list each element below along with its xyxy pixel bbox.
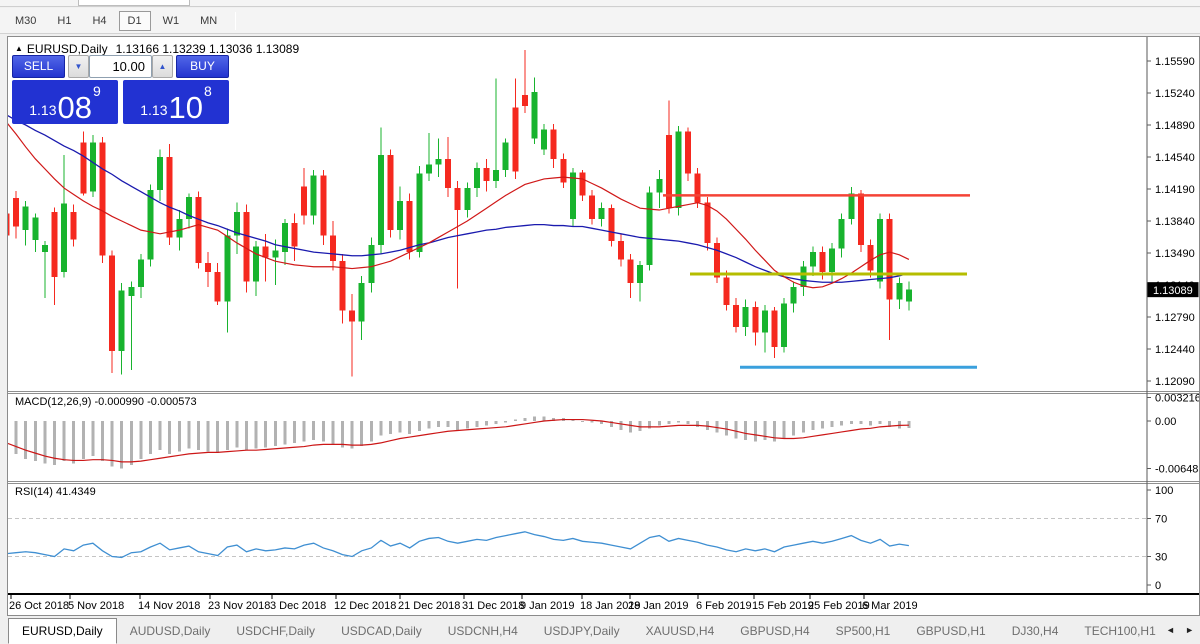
svg-text:15 Feb 2019: 15 Feb 2019 xyxy=(752,600,814,612)
sell-price-pipette: 9 xyxy=(93,83,101,99)
svg-text:5 Nov 2018: 5 Nov 2018 xyxy=(68,600,124,612)
collapse-icon[interactable]: ▲ xyxy=(15,44,23,53)
svg-text:-0.006485: -0.006485 xyxy=(1155,463,1199,475)
svg-text:25 Feb 2019: 25 Feb 2019 xyxy=(808,600,870,612)
rsi-indicator-label: RSI(14) 41.4349 xyxy=(15,486,96,498)
svg-text:1.12440: 1.12440 xyxy=(1155,344,1195,356)
sell-price-big: 08 xyxy=(57,95,91,121)
toolbar-remnant-box xyxy=(78,0,190,6)
window-top-toolbar-remnant xyxy=(0,0,1200,7)
svg-text:100: 100 xyxy=(1155,485,1173,497)
timeframe-button-h4[interactable]: H4 xyxy=(83,11,115,31)
svg-text:0.00: 0.00 xyxy=(1155,416,1176,428)
svg-text:1.12090: 1.12090 xyxy=(1155,376,1195,388)
tab-tech100-h1[interactable]: TECH100,H1 xyxy=(1071,620,1168,644)
volume-decrease-button[interactable]: ▼ xyxy=(68,55,89,78)
tab-scroll-left-icon[interactable]: ◄ xyxy=(1166,625,1175,635)
svg-text:1.14190: 1.14190 xyxy=(1155,184,1195,196)
tab-usdcnh-h4[interactable]: USDCNH,H4 xyxy=(435,620,531,644)
svg-text:12 Dec 2018: 12 Dec 2018 xyxy=(334,600,396,612)
timeframe-button-d1[interactable]: D1 xyxy=(119,11,151,31)
tab-scroll-controls: ◄ ► xyxy=(1160,616,1200,644)
tab-usdjpy-daily[interactable]: USDJPY,Daily xyxy=(531,620,633,644)
tab-gbpusd-h1[interactable]: GBPUSD,H1 xyxy=(903,620,998,644)
timeframe-button-m30[interactable]: M30 xyxy=(6,11,45,31)
svg-text:23 Nov 2018: 23 Nov 2018 xyxy=(208,600,270,612)
svg-text:1.12790: 1.12790 xyxy=(1155,312,1195,324)
tab-sp500-h1[interactable]: SP500,H1 xyxy=(823,620,904,644)
buy-price-big: 10 xyxy=(168,95,202,121)
timeframe-button-mn[interactable]: MN xyxy=(191,11,226,31)
volume-increase-button[interactable]: ▲ xyxy=(152,55,173,78)
svg-text:0: 0 xyxy=(1155,580,1161,592)
toolbar-separator xyxy=(235,12,236,30)
svg-text:30: 30 xyxy=(1155,552,1167,564)
svg-text:26 Oct 2018: 26 Oct 2018 xyxy=(9,600,69,612)
svg-text:1.13089: 1.13089 xyxy=(1153,285,1193,297)
svg-text:0.003216: 0.003216 xyxy=(1155,393,1199,405)
tab-eurusd-daily[interactable]: EURUSD,Daily xyxy=(8,618,117,644)
volume-input[interactable] xyxy=(89,55,152,78)
svg-text:14 Nov 2018: 14 Nov 2018 xyxy=(138,600,200,612)
tab-usdcad-daily[interactable]: USDCAD,Daily xyxy=(328,620,435,644)
svg-text:6 Feb 2019: 6 Feb 2019 xyxy=(696,600,752,612)
svg-text:31 Dec 2018: 31 Dec 2018 xyxy=(462,600,524,612)
tab-usdchf-daily[interactable]: USDCHF,Daily xyxy=(223,620,328,644)
svg-text:1.13490: 1.13490 xyxy=(1155,248,1195,260)
timeframe-toolbar: M30H1H4D1W1MN xyxy=(0,8,1200,34)
timeframe-button-w1[interactable]: W1 xyxy=(154,11,189,31)
tab-dj30-h4[interactable]: DJ30,H4 xyxy=(999,620,1072,644)
svg-text:1.13840: 1.13840 xyxy=(1155,216,1195,228)
sell-quote-panel[interactable]: 1.13 08 9 xyxy=(12,80,118,124)
buy-price-prefix: 1.13 xyxy=(140,102,167,118)
svg-text:1.14890: 1.14890 xyxy=(1155,120,1195,132)
macd-indicator-label: MACD(12,26,9) -0.000990 -0.000573 xyxy=(15,396,197,408)
buy-button[interactable]: BUY xyxy=(176,55,229,78)
buy-price-pipette: 8 xyxy=(204,83,212,99)
sell-price-prefix: 1.13 xyxy=(29,102,56,118)
chart-title: ▲ EURUSD,Daily 1.13166 1.13239 1.13036 1.1… xyxy=(15,42,299,56)
tab-xauusd-h4[interactable]: XAUUSD,H4 xyxy=(633,620,728,644)
tab-scroll-right-icon[interactable]: ► xyxy=(1185,625,1194,635)
symbol-tab-bar: EURUSD,DailyAUDUSD,DailyUSDCHF,DailyUSDC… xyxy=(0,616,1200,644)
svg-text:70: 70 xyxy=(1155,514,1167,526)
svg-text:1.15590: 1.15590 xyxy=(1155,56,1195,68)
svg-text:1.15240: 1.15240 xyxy=(1155,88,1195,100)
tab-audusd-daily[interactable]: AUDUSD,Daily xyxy=(117,620,224,644)
svg-text:28 Jan 2019: 28 Jan 2019 xyxy=(628,600,689,612)
buy-quote-panel[interactable]: 1.13 10 8 xyxy=(123,80,229,124)
svg-text:9 Jan 2019: 9 Jan 2019 xyxy=(520,600,574,612)
svg-text:1.14540: 1.14540 xyxy=(1155,152,1195,164)
chart-window: 26 Oct 20185 Nov 2018 14 Nov 2018 23 Nov 2… xyxy=(7,36,1200,616)
svg-text:21 Dec 2018: 21 Dec 2018 xyxy=(398,600,460,612)
svg-text:6 Mar 2019: 6 Mar 2019 xyxy=(862,600,918,612)
chart-ohlc-values: 1.13166 1.13239 1.13036 1.13089 xyxy=(116,42,300,56)
chart-symbol-label: EURUSD,Daily xyxy=(27,42,108,56)
timeframe-button-h1[interactable]: H1 xyxy=(48,11,80,31)
tab-gbpusd-h4[interactable]: GBPUSD,H4 xyxy=(727,620,822,644)
svg-text:3 Dec 2018: 3 Dec 2018 xyxy=(270,600,326,612)
one-click-trade-panel: SELL ▼ ▲ BUY 1.13 08 9 1.13 10 8 xyxy=(12,55,230,124)
sell-button[interactable]: SELL xyxy=(12,55,65,78)
